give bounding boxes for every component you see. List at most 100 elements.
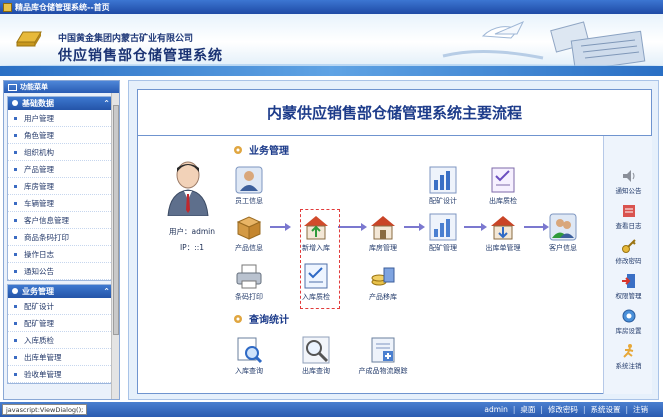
sidebar-item-ore-management[interactable]: 配矿管理 <box>8 315 115 332</box>
sidebar: 功能菜单 基础数据 ⌃ 用户管理 角色管理 组织机构 产品管理 库房管理 车辆管… <box>3 80 120 400</box>
status-change-password-link[interactable]: 修改密码 <box>548 404 578 415</box>
section-business-label: 业务管理 <box>249 146 289 157</box>
sidebar-item-role-management[interactable]: 角色管理 <box>8 127 115 144</box>
sidebar-item-label: 车辆管理 <box>24 198 54 208</box>
main-panel: 内蒙供应销售部仓储管理系统主要流程 用户：admin IP：::1 业务管理 员… <box>128 80 659 400</box>
node-inbound-query[interactable]: 入库查询 <box>226 336 272 376</box>
status-settings-link[interactable]: 系统设置 <box>590 404 620 415</box>
bullet-icon <box>14 304 17 308</box>
bullet-icon <box>14 218 17 222</box>
node-outbound-qc[interactable]: 出库质检 <box>480 166 526 206</box>
separator: | <box>540 405 543 414</box>
quick-view-log[interactable]: 查看日志 <box>604 203 653 230</box>
node-outbound-query[interactable]: 出库查询 <box>293 336 339 376</box>
box-icon <box>236 216 262 240</box>
sidebar-header: 功能菜单 <box>4 81 119 93</box>
menu-group-business: 业务管理 ⌃ 配矿设计 配矿管理 入库质检 出库单管理 验收单管理 <box>7 284 116 384</box>
printer-icon <box>236 264 262 289</box>
separator: | <box>512 405 516 414</box>
sidebar-item-label: 验收单管理 <box>24 369 62 379</box>
quick-permissions[interactable]: 权限管理 <box>604 273 653 300</box>
quick-change-password[interactable]: 修改密码 <box>604 238 653 265</box>
username-label: 用户：admin <box>169 227 215 236</box>
node-staff-info[interactable]: 员工信息 <box>226 166 272 206</box>
bullet-icon <box>14 201 17 205</box>
status-logout-link[interactable]: 注销 <box>633 404 648 415</box>
sidebar-item-label: 用户管理 <box>24 113 54 123</box>
ip-label: IP：::1 <box>179 243 205 252</box>
sidebar-item-label: 商品条码打印 <box>24 232 69 242</box>
group-title-label: 业务管理 <box>22 287 54 296</box>
sidebar-item-outbound-orders[interactable]: 出库单管理 <box>8 349 115 366</box>
gear-icon <box>234 145 242 154</box>
group-title-label: 基础数据 <box>22 99 54 108</box>
sidebar-item-label: 配矿管理 <box>24 318 54 328</box>
coins-icon <box>371 267 395 286</box>
customer-icon <box>549 213 577 241</box>
sidebar-item-customer-info[interactable]: 客户信息管理 <box>8 212 115 229</box>
gear-icon <box>622 309 635 323</box>
flow-card: 内蒙供应销售部仓储管理系统主要流程 用户：admin IP：::1 业务管理 员… <box>137 89 652 394</box>
sidebar-item-inbound-qc[interactable]: 入库质检 <box>8 332 115 349</box>
sidebar-item-label: 角色管理 <box>24 130 54 140</box>
sidebar-item-ore-design[interactable]: 配矿设计 <box>8 298 115 315</box>
status-desktop-link[interactable]: 桌面 <box>520 404 535 415</box>
sidebar-item-warehouse-management[interactable]: 库房管理 <box>8 178 115 195</box>
node-outbound-management[interactable]: 出库单管理 <box>480 213 526 253</box>
sidebar-item-notices[interactable]: 通知公告 <box>8 263 115 280</box>
staff-icon <box>235 166 263 194</box>
sidebar-item-acceptance-orders[interactable]: 验收单管理 <box>8 366 115 383</box>
node-ore-design[interactable]: 配矿设计 <box>420 166 466 206</box>
log-icon <box>622 205 635 217</box>
bullet-icon <box>14 321 17 325</box>
status-user-link[interactable]: admin <box>484 405 508 414</box>
node-product-move[interactable]: 产品移库 <box>360 262 406 302</box>
chart-icon <box>429 213 457 241</box>
sidebar-scrollbar[interactable] <box>111 93 119 399</box>
sidebar-item-operation-log[interactable]: 操作日志 <box>8 246 115 263</box>
node-ore-management[interactable]: 配矿管理 <box>420 213 466 253</box>
node-customer-info[interactable]: 客户信息 <box>540 213 586 253</box>
bullet-icon <box>14 167 17 171</box>
quick-notices[interactable]: 通知公告 <box>604 168 653 195</box>
section-business: 业务管理 <box>233 142 289 157</box>
window-title: 精品库仓储管理系统--首页 <box>15 2 110 12</box>
quick-warehouse-settings[interactable]: 库房设置 <box>604 308 653 335</box>
sidebar-item-user-management[interactable]: 用户管理 <box>8 110 115 127</box>
monitor-icon <box>8 83 17 91</box>
menu-group-basic-title[interactable]: 基础数据 ⌃ <box>8 97 115 110</box>
collapse-icon[interactable]: ⌃ <box>103 287 110 296</box>
node-barcode-print[interactable]: 条码打印 <box>226 262 272 302</box>
section-query-label: 查询统计 <box>249 315 289 326</box>
collapse-icon[interactable]: ⌃ <box>103 99 110 108</box>
sidebar-item-barcode-print[interactable]: 商品条码打印 <box>8 229 115 246</box>
running-person-icon <box>622 344 633 358</box>
sidebar-item-product-management[interactable]: 产品管理 <box>8 161 115 178</box>
menu-group-business-title[interactable]: 业务管理 ⌃ <box>8 285 115 298</box>
node-warehouse-management[interactable]: 库房管理 <box>360 213 406 253</box>
system-name: 供应销售部仓储管理系统 <box>58 48 223 64</box>
sidebar-item-organization[interactable]: 组织机构 <box>8 144 115 161</box>
sidebar-item-vehicle-management[interactable]: 车辆管理 <box>8 195 115 212</box>
sidebar-header-label: 功能菜单 <box>20 83 48 91</box>
node-product-tracking[interactable]: 产成品物流跟踪 <box>356 336 410 376</box>
quick-logout[interactable]: 系统注销 <box>604 343 653 370</box>
node-product-info[interactable]: 产品信息 <box>226 213 272 253</box>
group-dot-icon <box>12 100 18 106</box>
sidebar-item-label: 组织机构 <box>24 147 54 157</box>
status-links: admin | 桌面 | 修改密码 | 系统设置 | 注销 <box>479 402 653 417</box>
magnifier-icon <box>302 336 330 364</box>
avatar <box>167 161 209 217</box>
chart-icon <box>429 166 457 194</box>
bullet-icon <box>14 235 17 239</box>
search-document-icon <box>237 337 263 364</box>
key-icon <box>621 239 636 253</box>
section-query: 查询统计 <box>233 311 289 326</box>
header-banner: 中国黄金集团内蒙古矿业有限公司 供应销售部仓储管理系统 <box>0 14 663 76</box>
bullet-icon <box>14 150 17 154</box>
flow-arrow <box>338 223 367 231</box>
separator: | <box>625 405 628 414</box>
scrollbar-thumb[interactable] <box>113 105 119 335</box>
sidebar-item-label: 通知公告 <box>24 266 54 276</box>
user-info: 用户：admin IP：::1 <box>158 160 218 252</box>
